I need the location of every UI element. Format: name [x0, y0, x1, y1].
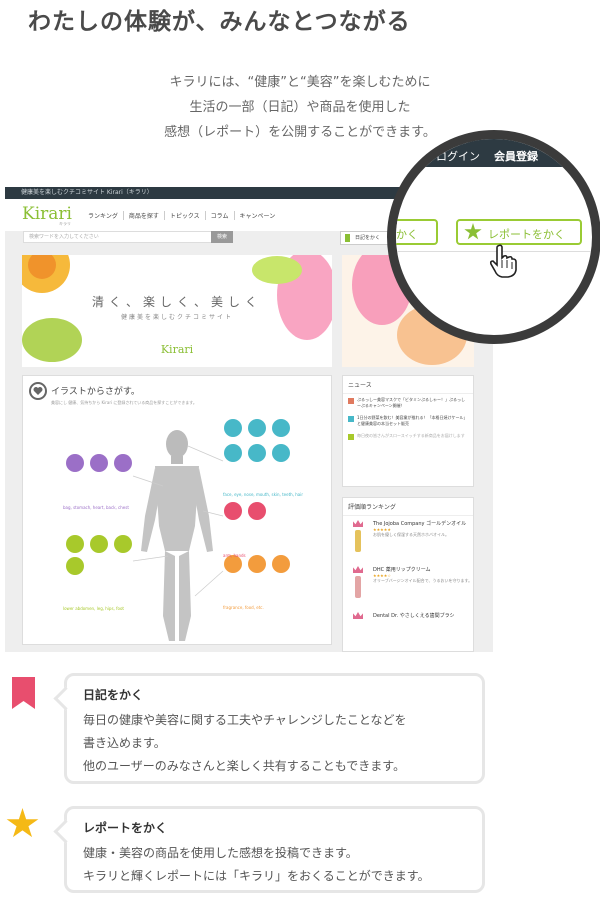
news-panel: ニュース ぷるっしー美容マスクで「ビタミンぷるしゃー！」ぷるっしーぷるキャンペー… — [342, 375, 474, 487]
site-search-input[interactable]: 検索ワードを入力してください — [23, 231, 231, 243]
site-menu-item[interactable]: コラム — [206, 211, 235, 220]
magnified-diary-button[interactable]: かく — [396, 219, 438, 245]
site-diary-button-label: 日記をかく — [355, 235, 381, 241]
body-label-arms: arm, hands — [223, 553, 246, 558]
report-button-label: レポートをかく — [488, 228, 565, 241]
news-title: ニュース — [343, 376, 473, 394]
hero-tagline: 清く、楽しく、美しく — [91, 295, 262, 309]
ranking-item-desc: オリーブバージンオイル配合で、うるおいを守ります。 — [373, 578, 473, 583]
body-label-lower: lower abdomen, leg, hips, foot — [63, 606, 124, 611]
feature-desc-line: キラリと輝くレポートには「キラリ」をおくることができます。 — [83, 869, 430, 883]
feature-card-report: レポートをかく 健康・美容の商品を使用した感想を投稿できます。 キラリと輝くレポ… — [64, 806, 485, 893]
intro-line: 生活の一部（日記）や商品を使用した — [189, 100, 411, 115]
feature-title: 日記をかく — [83, 688, 144, 702]
illustration-title: イラストからさがす。 — [51, 387, 140, 397]
product-image — [355, 576, 361, 598]
site-menu-item[interactable]: キャンペーン — [235, 211, 281, 220]
illustration-search-panel: イラストからさがす。 美容にし 健康、気持ちから Kirari に登録されている… — [22, 375, 332, 645]
ranking-item[interactable]: Dental Dr. やさしくえる歯間ブラシ — [343, 608, 473, 652]
bookmark-icon — [12, 677, 35, 709]
ranking-item-name: The Jojoba Company ゴールデンオイル — [373, 521, 467, 527]
ranking-item-desc: お肌を優しく保湿する天然ホホバオイル。 — [373, 532, 449, 537]
feature-desc-line: 健康・美容の商品を使用した感想を投稿できます。 — [83, 846, 358, 860]
bookmark-icon — [345, 234, 350, 242]
ranking-item-name: Dental Dr. やさしくえる歯間ブラシ — [373, 613, 455, 619]
product-image — [355, 530, 361, 552]
login-link[interactable]: ログイン — [436, 148, 480, 164]
report-button[interactable]: レポートをかく — [456, 219, 582, 245]
feature-desc-line: 他のユーザーのみなさんと楽しく共有することもできます。 — [83, 759, 406, 773]
magnifier-callout: ログイン 会員登録 かく レポートをかく — [387, 130, 600, 344]
news-item[interactable]: ぷるっしー美容マスクで「ビタミンぷるしゃー！」ぷるっしーぷるキャンペーン開催！ — [343, 394, 473, 412]
news-item-text: ぷるっしー美容マスクで「ビタミンぷるしゃー！」ぷるっしーぷるキャンペーン開催！ — [357, 397, 465, 408]
body-label-other: fragrance, food, etc. — [223, 605, 264, 610]
heart-icon — [29, 382, 47, 400]
feature-title: レポートをかく — [83, 821, 168, 835]
site-logo-sub: キラリ — [59, 221, 71, 226]
news-item-text: 毎日夜の皆さんがスロースイッチする新商品をお届けします — [357, 433, 465, 438]
site-menu-item[interactable]: 商品を探す — [124, 211, 165, 220]
star-icon — [6, 808, 39, 838]
crown-icon — [353, 612, 363, 619]
body-diagram[interactable] — [23, 416, 333, 646]
news-thumbnail — [348, 434, 354, 440]
news-item-text: 1日分の野菜を飲む！美容業が推れる！「本格日焼けケール」と健康美容の本当セット販… — [357, 415, 468, 426]
feature-card-diary: 日記をかく 毎日の健康や美容に関する工夫やチャレンジしたことなどを 書き込めます… — [64, 673, 485, 784]
feature-desc-line: 書き込めます。 — [83, 736, 166, 750]
site-menu: ランキング 商品を探す トピックス コラム キャンペーン — [83, 211, 280, 220]
site-search-button[interactable]: 検索 — [211, 231, 233, 243]
hand-cursor-icon — [489, 244, 517, 278]
star-icon — [464, 223, 482, 240]
site-menu-item[interactable]: トピックス — [165, 211, 206, 220]
register-link[interactable]: 会員登録 — [494, 148, 538, 164]
magnified-diary-label: かく — [396, 228, 418, 241]
site-hero-banner[interactable]: 清く、楽しく、美しく 健康美を楽しむクチコミサイト Kirari — [22, 255, 332, 367]
hero-logo: Kirari — [160, 343, 194, 356]
ranking-title: 評価順ランキング — [343, 498, 473, 516]
body-label-upper: face, eye, nose, mouth, skin, teeth, hai… — [223, 492, 303, 497]
page-headline: わたしの体験が、みんなとつながる — [28, 9, 411, 35]
news-thumbnail — [348, 398, 354, 404]
news-item[interactable]: 1日分の野菜を飲む！美容業が推れる！「本格日焼けケール」と健康美容の本当セット販… — [343, 412, 473, 430]
news-item[interactable]: 毎日夜の皆さんがスロースイッチする新商品をお届けします — [343, 430, 473, 442]
hero-subtitle: 健康美を楽しむクチコミサイト — [120, 314, 233, 321]
magnified-header-bar: ログイン 会員登録 — [396, 139, 592, 167]
crown-icon — [353, 520, 363, 527]
site-menu-item[interactable]: ランキング — [83, 211, 124, 220]
intro-line: キラリには、“健康”と“美容”を楽しむために — [169, 75, 431, 90]
ranking-item[interactable]: The Jojoba Company ゴールデンオイル ★★★★★ お肌を優しく… — [343, 516, 473, 562]
feature-desc-line: 毎日の健康や美容に関する工夫やチャレンジしたことなどを — [83, 713, 407, 727]
crown-icon — [353, 566, 363, 573]
news-thumbnail — [348, 416, 354, 422]
ranking-panel: 評価順ランキング The Jojoba Company ゴールデンオイル ★★★… — [342, 497, 474, 652]
body-label-torso: bag, stomach, heart, back, chest — [63, 505, 129, 510]
ranking-item-name: DHC 薬用リップクリーム — [373, 567, 431, 573]
illustration-desc: 美容にし 健康、気持ちから Kirari に登録されている商品を探すことができま… — [51, 400, 197, 405]
ranking-item[interactable]: DHC 薬用リップクリーム ★★★★☆ オリーブバージンオイル配合で、うるおいを… — [343, 562, 473, 608]
